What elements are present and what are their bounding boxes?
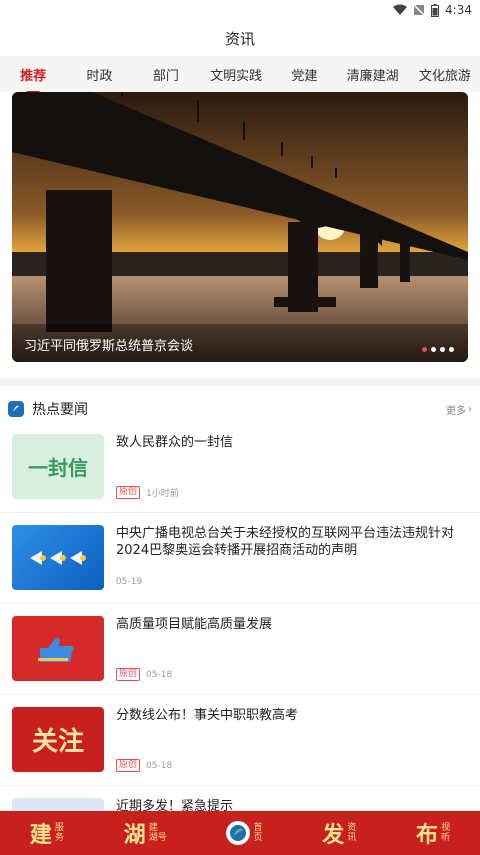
nav-small-line-1: 首 (253, 823, 263, 833)
megaphone-icon (30, 550, 86, 565)
nav-audiovisual[interactable]: 布 视 听 (416, 817, 450, 849)
news-time: 05-19 (116, 577, 143, 587)
more-label: 更多 (446, 405, 466, 417)
battery-icon (431, 3, 440, 17)
chevron-right-icon: › (468, 403, 472, 415)
nav-big-char: 布 (416, 822, 439, 848)
tab-recommend[interactable]: 推荐 (0, 65, 66, 84)
tab-party-building[interactable]: 党建 (273, 65, 335, 84)
banner-carousel[interactable]: 习近平同俄罗斯总统普京会谈 (12, 92, 468, 362)
banner-image (12, 92, 468, 362)
news-title: 中央广播电视总台关于未经授权的互联网平台违法违规针对2024巴黎奥运会转播开展招… (116, 526, 455, 558)
nav-small-label: 视 听 (441, 823, 450, 843)
nav-small-line-2: 页 (253, 833, 263, 843)
nav-big-char: 发 (322, 822, 345, 848)
nav-big-char: 建 (29, 822, 52, 848)
thumbnail: 一封信 (12, 434, 104, 499)
nav-small-line-1: 建 (148, 823, 158, 833)
wifi-icon (393, 4, 408, 16)
nav-small-label: 建 湖号 (149, 823, 167, 843)
original-badge: 原创 (116, 668, 141, 681)
nav-service[interactable]: 建 服 务 (30, 817, 64, 849)
tab-departments[interactable]: 部门 (133, 65, 199, 84)
thumbnail-text: 关注 (31, 727, 84, 757)
tab-civilization-practice[interactable]: 文明实践 (199, 65, 273, 84)
carousel-dot (440, 347, 445, 352)
carousel-dot (422, 347, 427, 352)
nav-small-line-1: 服 (54, 823, 64, 833)
nav-small-line-1: 视 (441, 823, 451, 833)
nav-small-label: 首 页 (253, 823, 262, 843)
nav-small-line-2: 湖号 (148, 833, 167, 843)
news-time: 1小时前 (146, 489, 179, 499)
news-meta: 原创 05-18 (116, 668, 172, 681)
nav-news[interactable]: 发 资 讯 (322, 817, 356, 849)
tab-politics[interactable]: 时政 (66, 65, 132, 84)
carousel-indicator (422, 347, 454, 352)
list-item[interactable]: 一封信 致人民群众的一封信 原创 1小时前 (0, 422, 480, 513)
nav-small-label: 资 讯 (347, 823, 356, 843)
nav-small-line-1: 资 (347, 823, 357, 833)
page-title: 资讯 (224, 29, 255, 48)
home-logo-icon (226, 821, 251, 845)
thumbnail-text: 一封信 (28, 456, 88, 480)
news-meta: 05-19 (116, 577, 142, 587)
section-title: 热点要闻 (32, 402, 88, 418)
section-divider (0, 378, 480, 386)
thumbnail (12, 525, 104, 590)
list-item[interactable]: 中央广播电视总台关于未经授权的互联网平台违法违规针对2024巴黎奥运会转播开展招… (0, 513, 480, 604)
more-link[interactable]: 更多 › (446, 402, 472, 417)
carousel-dot (449, 347, 454, 352)
news-title: 高质量项目赋能高质量发展 (116, 617, 273, 632)
carousel-dot (431, 347, 436, 352)
list-item[interactable]: 高质量项目赋能高质量发展 原创 05-18 (0, 604, 480, 695)
tab-clean-jianhu[interactable]: 清廉建湖 (336, 65, 410, 84)
category-tabs: 推荐 时政 部门 文明实践 党建 清廉建湖 文化旅游 (0, 56, 480, 92)
nav-small-line-2: 讯 (347, 833, 357, 843)
news-title: 致人民群众的一封信 (116, 435, 234, 450)
original-badge: 原创 (116, 759, 141, 772)
news-meta: 原创 1小时前 (116, 486, 179, 499)
nav-jianhu-account[interactable]: 湖 建 湖号 (124, 817, 167, 849)
news-meta: 原创 05-18 (116, 759, 172, 772)
original-badge: 原创 (116, 486, 141, 499)
list-item[interactable]: 关注 分数线公布！事关中职职教高考 原创 05-18 (0, 695, 480, 786)
news-title: 分数线公布！事关中职职教高考 (116, 708, 299, 723)
hot-news-icon (8, 401, 24, 417)
news-time: 05-18 (146, 760, 173, 771)
thumbs-up-icon (38, 637, 74, 662)
banner-caption: 习近平同俄罗斯总统普京会谈 (24, 339, 194, 354)
nav-big-char: 湖 (123, 822, 146, 848)
nav-small-line-2: 听 (441, 833, 451, 843)
tab-culture-tourism[interactable]: 文化旅游 (410, 65, 480, 84)
nav-small-label: 服 务 (55, 823, 64, 843)
signal-off-icon (413, 4, 425, 16)
thumbnail: 关注 (12, 707, 104, 772)
bottom-nav: 建 服 务 湖 建 湖号 首 页 发 资 讯 布 视 听 (0, 811, 480, 855)
news-time: 05-18 (146, 669, 173, 680)
nav-small-line-2: 务 (54, 833, 64, 843)
thumbnail (12, 616, 104, 681)
nav-home[interactable]: 首 页 (226, 821, 262, 845)
status-bar: 4:34 (0, 0, 480, 20)
clock-time: 4:34 (445, 3, 472, 17)
